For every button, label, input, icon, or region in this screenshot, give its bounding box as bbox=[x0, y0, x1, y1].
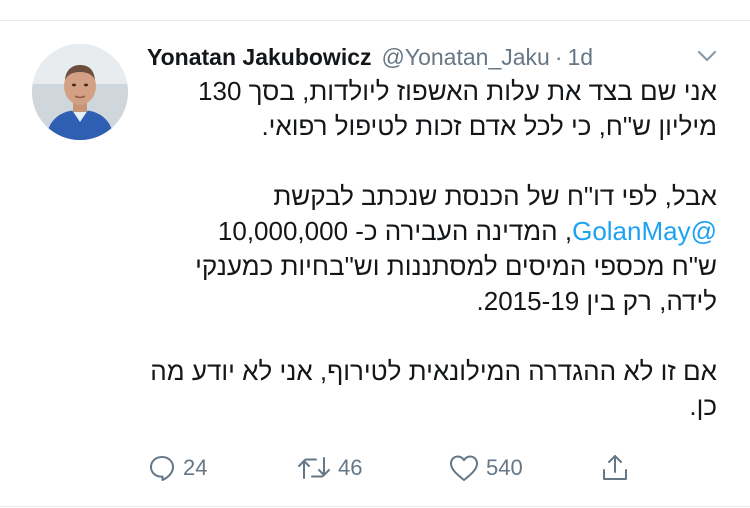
tweet-time[interactable]: 1d bbox=[568, 44, 594, 71]
tweet-line: @GolanMay, המדינה העבירה כ- 10,000,000 bbox=[147, 214, 717, 249]
like-icon bbox=[450, 455, 478, 481]
separator-dot: · bbox=[554, 43, 563, 70]
retweet-button[interactable]: 46 bbox=[296, 448, 362, 488]
retweet-icon bbox=[298, 457, 330, 479]
chevron-down-icon[interactable] bbox=[694, 46, 720, 66]
retweet-count: 46 bbox=[338, 455, 363, 480]
tweet-actions: 24 46 540 bbox=[0, 448, 750, 488]
tweet-text: אני שם בצד את עלות האשפוז ליולדות, בסך 1… bbox=[147, 74, 717, 424]
reply-icon bbox=[150, 456, 174, 481]
tweet-line-rest: , המדינה העבירה כ- 10,000,000 bbox=[217, 216, 573, 246]
reply-button[interactable]: 24 bbox=[147, 448, 207, 488]
share-icon bbox=[603, 455, 627, 480]
tweet-line: כן. bbox=[689, 391, 717, 421]
tweet-line: לידה, רק בין 2015-19. bbox=[476, 286, 717, 316]
top-divider bbox=[0, 20, 750, 21]
author-handle[interactable]: @Yonatan_Jaku bbox=[382, 44, 550, 71]
tweet-line: אבל, לפי דו"ח של הכנסת שנכתב לבקשת bbox=[273, 181, 717, 211]
author-name[interactable]: Yonatan Jakubowicz bbox=[147, 44, 372, 71]
avatar[interactable] bbox=[32, 44, 128, 140]
tweet-header: Yonatan Jakubowicz @Yonatan_Jaku · 1d bbox=[147, 40, 593, 74]
tweet-line: אני שם בצד את עלות האשפוז ליולדות, בסך 1… bbox=[198, 76, 717, 106]
reply-count: 24 bbox=[183, 455, 208, 480]
mention-link[interactable]: @GolanMay bbox=[572, 216, 717, 246]
like-count: 540 bbox=[486, 455, 523, 480]
bottom-divider bbox=[0, 506, 750, 507]
avatar-image bbox=[32, 44, 128, 140]
like-button[interactable]: 540 bbox=[448, 448, 523, 488]
share-button[interactable] bbox=[599, 448, 631, 488]
tweet-line: אם זו לא ההגדרה המילונאית לטירוף, אני לא… bbox=[150, 356, 717, 386]
tweet-line: ש"ח מכספי המיסים למסתננות וש"בחיות כמענק… bbox=[195, 251, 717, 281]
tweet-line: מיליון ש"ח, כי לכל אדם זכות לטיפול רפואי… bbox=[261, 111, 717, 141]
